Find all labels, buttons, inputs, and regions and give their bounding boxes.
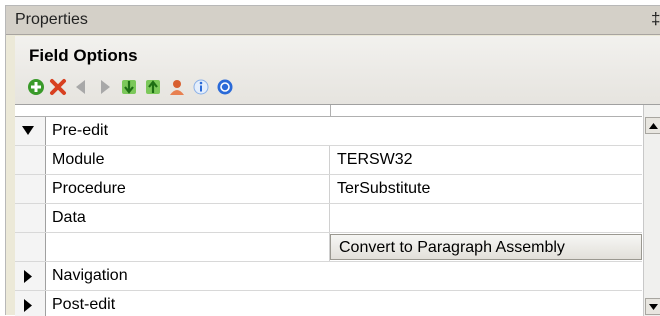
scroll-up-button[interactable]: [645, 117, 660, 134]
move-right-icon: [101, 80, 110, 94]
row-gutter: [15, 175, 46, 203]
group-row-post-edit[interactable]: Post-edit: [15, 291, 642, 316]
property-name: Data: [45, 204, 330, 232]
panel-content: Field Options Pre-edit Module TERSW32 Pr…: [15, 36, 660, 316]
property-value[interactable]: TerSubstitute: [330, 175, 642, 203]
property-row-data[interactable]: Data: [15, 204, 642, 233]
property-name: Module: [45, 146, 330, 174]
move-down-icon: [122, 80, 136, 94]
move-right-button[interactable]: [95, 77, 115, 97]
help-button[interactable]: [215, 77, 235, 97]
move-left-icon: [76, 80, 85, 94]
property-value[interactable]: TERSW32: [330, 146, 642, 174]
collapsed-arrow-icon[interactable]: [22, 270, 34, 283]
group-label: Post-edit: [52, 296, 116, 313]
move-up-button[interactable]: [143, 77, 163, 97]
delete-button[interactable]: [48, 77, 68, 97]
group-label: Pre-edit: [52, 122, 109, 139]
panel-title: Properties: [15, 11, 88, 28]
move-left-button[interactable]: [71, 77, 91, 97]
scroll-down-button[interactable]: [645, 298, 660, 315]
property-value[interactable]: [330, 204, 642, 232]
delete-icon: [50, 79, 66, 95]
move-up-icon: [146, 80, 160, 94]
expanded-arrow-icon[interactable]: [22, 125, 35, 137]
info-button[interactable]: [191, 77, 211, 97]
add-icon: [28, 79, 44, 95]
group-row-pre-edit[interactable]: Pre-edit: [15, 117, 642, 146]
convert-to-paragraph-assembly-button[interactable]: Convert to Paragraph Assembly: [330, 234, 642, 260]
info-icon: [193, 79, 209, 95]
row-gutter: [15, 291, 46, 316]
user-icon: [170, 80, 184, 95]
grid-header: [15, 105, 642, 117]
arrow-up-icon: [648, 122, 658, 129]
property-row-module[interactable]: Module TERSW32: [15, 146, 642, 175]
property-row-procedure[interactable]: Procedure TerSubstitute: [15, 175, 642, 204]
row-gutter: [15, 146, 46, 174]
section-title: Field Options: [29, 46, 138, 65]
row-gutter: [15, 117, 46, 145]
move-down-button[interactable]: [119, 77, 139, 97]
property-row-action: Convert to Paragraph Assembly: [15, 233, 642, 262]
group-label: Navigation: [52, 267, 128, 284]
properties-panel: Properties ‡ Field Options Pre-edit Modu…: [5, 5, 660, 316]
field-options-header: Field Options: [15, 36, 660, 104]
collapsed-arrow-icon[interactable]: [22, 299, 34, 312]
vertical-scrollbar[interactable]: [643, 105, 660, 316]
property-name: [45, 233, 330, 261]
arrow-down-icon: [648, 303, 658, 310]
row-gutter: [15, 204, 46, 232]
help-icon: [217, 79, 233, 95]
panel-titlebar: Properties ‡: [6, 6, 660, 35]
property-grid: Pre-edit Module TERSW32 Procedure TerSub…: [15, 104, 660, 316]
user-button[interactable]: [167, 77, 187, 97]
row-gutter: [15, 262, 46, 290]
column-divider[interactable]: [330, 105, 331, 116]
row-gutter: [15, 233, 46, 261]
group-row-navigation[interactable]: Navigation: [15, 262, 642, 291]
add-button[interactable]: [26, 77, 46, 97]
property-name: Procedure: [45, 175, 330, 203]
pin-icon[interactable]: ‡: [651, 9, 660, 29]
